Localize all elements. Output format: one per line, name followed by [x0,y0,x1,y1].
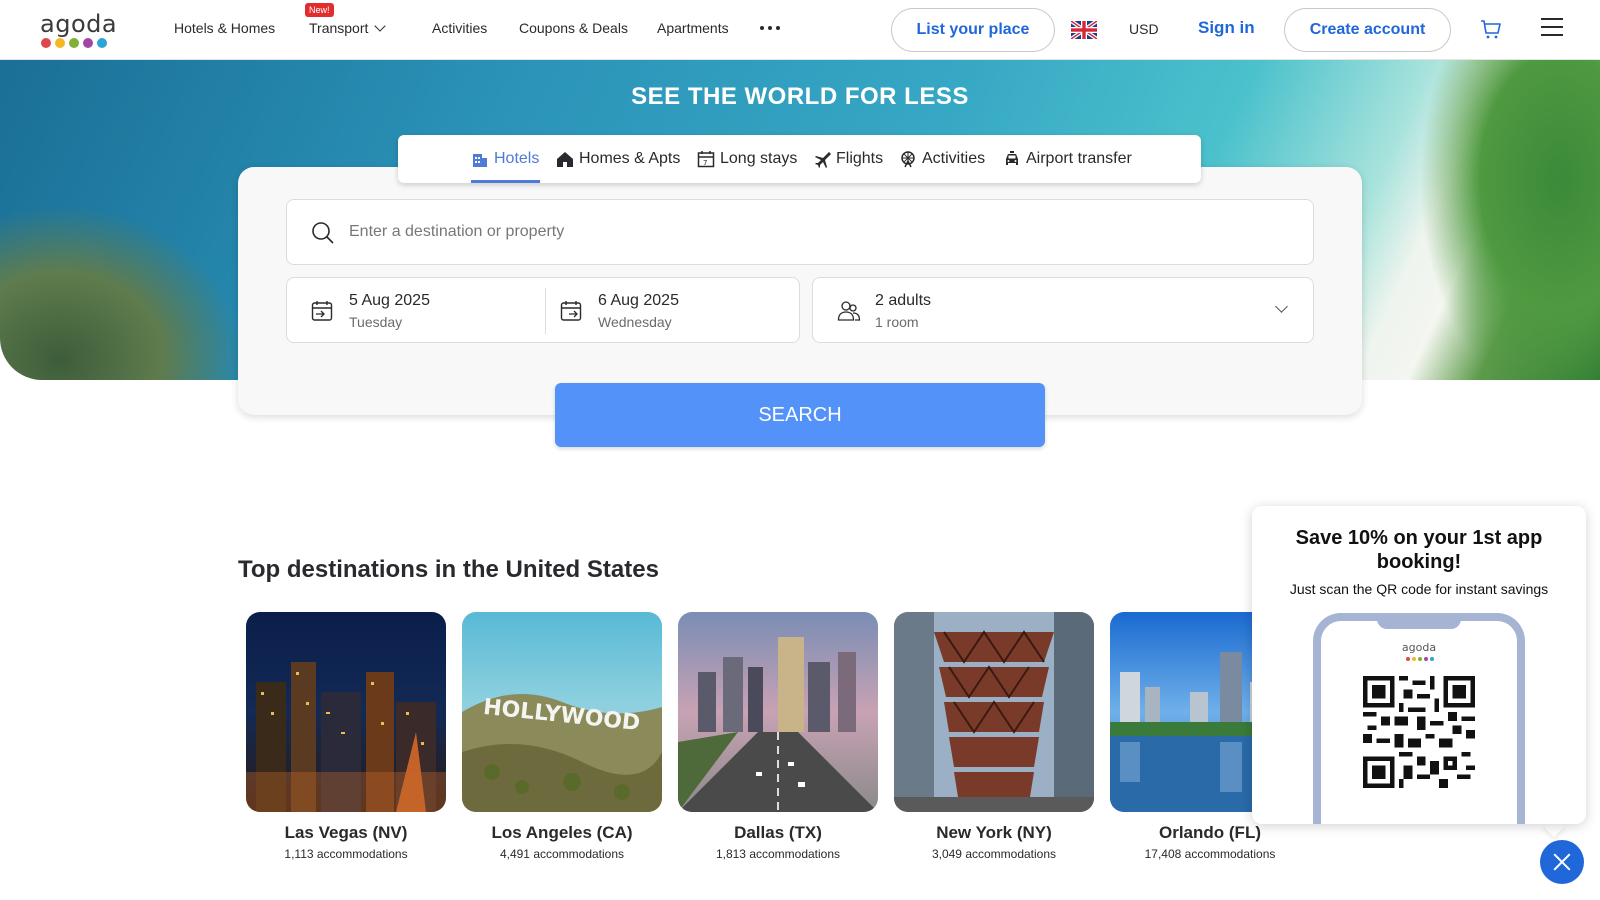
top-header: agoda Hotels & Homes New! Transport Acti… [0,0,1600,60]
nav-transport[interactable]: Transport [309,20,387,36]
phone-logo-text: agoda [1401,641,1437,654]
new-badge: New! [305,3,334,17]
cart-icon[interactable] [1480,18,1502,40]
ferris-wheel-icon [901,151,915,168]
phone-notch [1377,613,1461,629]
car-icon [1006,151,1018,165]
checkout-day: Wednesday [598,314,672,330]
logo-dots [41,38,107,48]
guests-selector[interactable]: 2 adults 1 room [812,277,1314,343]
checkout-calendar-icon [560,301,582,321]
checkin-day: Tuesday [349,314,403,330]
destination-count: 1,813 accommodations [715,847,841,861]
chevron-down-icon [1275,300,1288,313]
destination-name: Las Vegas (NV) [284,823,408,842]
nav-coupons-deals[interactable]: Coupons & Deals [519,20,628,36]
destination-card-dallas[interactable]: Dallas (TX) 1,813 accommodations [678,612,878,861]
destination-name: Orlando (FL) [1159,823,1261,842]
guests-adults: 2 adults [875,292,932,309]
agoda-logo[interactable]: agoda [40,10,120,50]
tab-hotels[interactable]: Hotels [471,150,539,168]
search-icon [312,222,334,244]
svg-text:7: 7 [703,159,707,167]
currency-selector[interactable]: USD [1129,21,1159,37]
close-icon[interactable] [1540,840,1584,884]
section-title: Top destinations in the United States [238,556,659,583]
destination-count: 3,049 accommodations [931,847,1057,861]
uk-flag-icon[interactable] [1071,21,1097,39]
tab-flights-label: Flights [836,150,884,167]
checkout-date: 6 Aug 2025 [598,292,679,309]
list-your-place-button[interactable]: List your place [891,8,1055,52]
destination-name: Los Angeles (CA) [491,823,633,842]
nav-transport-label: Transport [309,20,369,36]
guests-rooms: 1 room [875,314,919,330]
checkin-calendar-icon [311,301,333,321]
checkin-field[interactable]: 5 Aug 2025 Tuesday [287,278,545,342]
nav-activities[interactable]: Activities [432,20,487,36]
active-tab-indicator [471,180,540,183]
destination-input[interactable] [349,218,1249,246]
checkout-field[interactable]: 6 Aug 2025 Wednesday [546,278,800,342]
date-range-field: 5 Aug 2025 Tuesday 6 Aug 2025 Wednesday [286,277,800,343]
destination-name: Dallas (TX) [734,823,822,842]
logo-text: agoda [40,10,118,38]
tab-activities[interactable]: Activities [899,150,985,168]
destination-image [246,612,446,812]
checkin-date: 5 Aug 2025 [349,292,430,309]
phone-illustration: agoda [1313,613,1525,824]
search-button[interactable]: SEARCH [555,383,1045,447]
destination-card-las-vegas[interactable]: Las Vegas (NV) 1,113 accommodations [246,612,446,861]
create-account-button[interactable]: Create account [1284,8,1451,52]
nav-hotels-homes[interactable]: Hotels & Homes [174,20,275,36]
app-promo-popup: Save 10% on your 1st app booking! Just s… [1252,506,1586,824]
tab-homes-apts-label: Homes & Apts [579,150,681,167]
destination-field[interactable] [286,199,1314,265]
promo-subtitle: Just scan the QR code for instant saving… [1289,581,1549,597]
chevron-down-icon [374,20,387,32]
search-tabs: Hotels Homes & Apts 7 Long stays Flights… [398,135,1201,183]
tab-homes-apts[interactable]: Homes & Apts [556,150,680,168]
tab-activities-label: Activities [922,150,986,167]
tab-long-stays[interactable]: 7 Long stays [697,150,797,168]
promo-title: Save 10% on your 1st app booking! [1295,527,1543,573]
destination-card-los-angeles[interactable]: HOLLYWOOD Los Angeles (CA) 4,491 accommo… [462,612,662,861]
destination-count: 1,113 accommodations [284,847,408,861]
more-dots-icon[interactable] [760,26,780,30]
destination-count: 4,491 accommodations [499,847,625,861]
calendar-icon: 7 [697,151,715,168]
tab-airport-transfer[interactable]: Airport transfer [1003,150,1132,168]
qr-code-icon[interactable] [1363,676,1475,788]
hamburger-menu-icon[interactable] [1541,18,1563,38]
destination-card-new-york[interactable]: New York (NY) 3,049 accommodations [894,612,1094,861]
nav-apartments[interactable]: Apartments [657,20,729,36]
plane-icon [815,152,831,168]
tab-long-stays-label: Long stays [720,150,798,167]
destination-name: New York (NY) [936,823,1052,842]
guests-icon [837,301,861,321]
hotel-icon [473,154,487,167]
hero-title: SEE THE WORLD FOR LESS [631,83,969,110]
tab-flights[interactable]: Flights [813,150,883,168]
tab-hotels-label: Hotels [494,150,540,167]
home-icon [557,152,573,167]
destination-count: 17,408 accommodations [1144,847,1276,861]
destination-image [678,612,878,812]
destination-image: HOLLYWOOD [462,612,662,812]
phone-logo-dots [1406,657,1434,661]
sign-in-link[interactable]: Sign in [1198,18,1255,38]
destination-image [894,612,1094,812]
tab-airport-transfer-label: Airport transfer [1026,150,1132,167]
